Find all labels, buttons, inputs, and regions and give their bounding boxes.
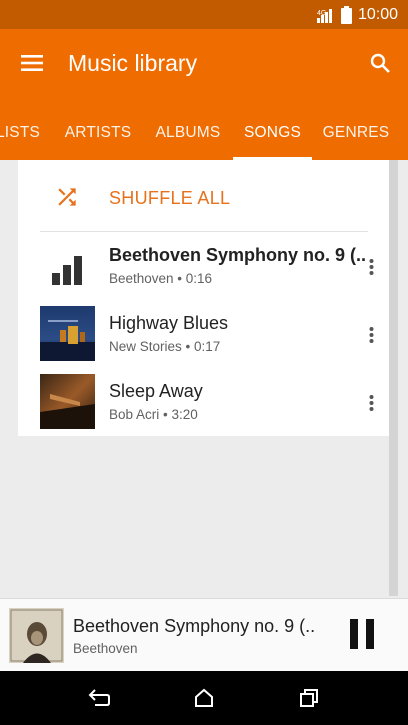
now-playing-bar[interactable]: Beethoven Symphony no. 9 (.. Beethoven (0, 598, 408, 671)
song-title: Highway Blues (109, 313, 229, 333)
equalizer-icon (52, 256, 82, 285)
now-playing-title: Beethoven Symphony no. 9 (.. (73, 616, 316, 636)
menu-icon (21, 55, 43, 71)
tab-artists[interactable]: ARTISTS (58, 113, 138, 160)
more-vert-icon (369, 327, 373, 343)
menu-button[interactable] (16, 47, 48, 79)
status-bar: 4G 10:00 (0, 0, 408, 29)
svg-text:4G: 4G (317, 10, 326, 17)
song-title: Sleep Away (109, 381, 203, 401)
song-title: Beethoven Symphony no. 9 (.. (109, 245, 367, 265)
song-row[interactable]: Beethoven Symphony no. 9 (.. Beethoven •… (18, 232, 389, 300)
tab-playlists[interactable]: LISTS (0, 113, 50, 160)
song-list-card: SHUFFLE ALL Beethoven Symphony no. 9 (..… (18, 160, 389, 436)
tab-albums[interactable]: ALBUMS (148, 113, 228, 160)
app-bar: Music library LISTS ARTISTS ALBUMS SONGS… (0, 29, 408, 160)
signal-icon: 4G (316, 9, 332, 23)
status-icons: 4G 10:00 (316, 5, 398, 25)
search-button[interactable] (364, 47, 396, 79)
shuffle-all-label: SHUFFLE ALL (109, 188, 231, 208)
back-button[interactable] (85, 684, 113, 712)
recents-icon (300, 689, 318, 707)
status-time: 10:00 (357, 6, 398, 23)
album-art (40, 374, 95, 429)
song-subtitle: Bob Acri • 3:20 (109, 407, 198, 422)
more-options-button[interactable] (360, 390, 382, 416)
song-list-area[interactable]: SHUFFLE ALL Beethoven Symphony no. 9 (..… (0, 160, 408, 596)
song-row[interactable]: Highway Blues New Stories • 0:17 (18, 300, 389, 368)
search-icon (370, 53, 390, 73)
more-vert-icon (369, 395, 373, 411)
tab-songs[interactable]: SONGS (233, 113, 312, 160)
battery-icon (340, 6, 352, 24)
home-icon (195, 688, 213, 707)
system-nav-bar (0, 671, 408, 725)
tab-bar: LISTS ARTISTS ALBUMS SONGS GENRES (0, 113, 408, 160)
more-vert-icon (369, 259, 373, 275)
recents-button[interactable] (295, 684, 323, 712)
more-options-button[interactable] (360, 322, 382, 348)
now-playing-album-art (9, 608, 64, 663)
now-playing-artist: Beethoven (73, 641, 138, 656)
back-icon (88, 689, 110, 706)
pause-icon[interactable] (344, 615, 380, 655)
more-options-button[interactable] (360, 254, 382, 280)
shuffle-all-button[interactable]: SHUFFLE ALL (18, 160, 389, 232)
page-title: Music library (68, 50, 198, 76)
tab-genres[interactable]: GENRES (318, 113, 394, 160)
album-art (40, 306, 95, 361)
shuffle-icon (58, 188, 76, 206)
home-button[interactable] (190, 684, 218, 712)
song-subtitle: Beethoven • 0:16 (109, 271, 213, 286)
scrollbar[interactable] (389, 160, 398, 596)
song-row[interactable]: Sleep Away Bob Acri • 3:20 (18, 368, 389, 436)
song-subtitle: New Stories • 0:17 (109, 339, 221, 354)
